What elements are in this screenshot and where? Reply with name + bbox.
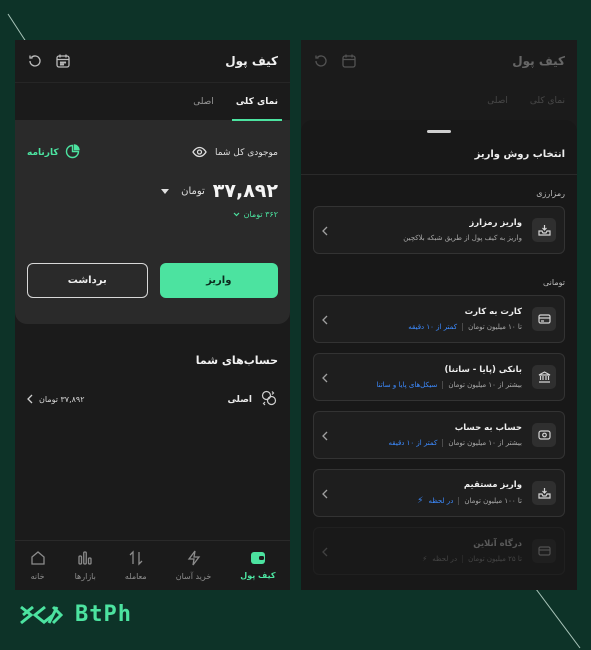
nav-trade[interactable]: معامله [125, 550, 147, 581]
option-title: واریز مستقیم [463, 480, 522, 490]
option-tag: در لحظه [428, 497, 454, 505]
nav-home[interactable]: خانه [30, 550, 46, 581]
calendar-icon [341, 53, 357, 69]
sub-amount: ۳۶۲ تومان [243, 210, 278, 219]
money-icon [532, 423, 556, 447]
sheet-title: انتخاب روش واریز [301, 133, 577, 175]
chart-icon [77, 550, 93, 568]
balance-label: موجودی کل شما [214, 148, 278, 158]
deposit-bottom-sheet: انتخاب روش واریز رمزارزی واریز رمزارز وا… [301, 120, 577, 590]
nav-wallet[interactable]: کیف پول [240, 551, 276, 580]
option-title: بانکی (پایا - ساتنا) [444, 365, 522, 375]
report-link[interactable]: کارنامه [27, 144, 80, 162]
deposit-method-screen: کیف پول نمای کلی اصلی انتخاب روش واریز ر… [301, 40, 577, 590]
option-title: واریز رمزارز [469, 218, 522, 228]
option-card-to-card[interactable]: کارت به کارت تا ۱۰ میلیون تومان کمتر از … [313, 295, 565, 343]
option-limit: تا ۱۰۰ میلیون تومان [464, 497, 522, 505]
chevron-left-icon [322, 310, 328, 329]
balance-card: موجودی کل شما کارنامه ۳۷,۸۹۲ تومان ۳۶۲ ت… [15, 120, 290, 324]
chevron-down-icon [233, 210, 240, 219]
option-limit: بیشتر از ۱۰ میلیون تومان [448, 381, 522, 389]
card-icon [532, 307, 556, 331]
flash-icon: ⚡ [422, 555, 428, 563]
nav-label: خانه [30, 572, 45, 581]
nav-label: کیف پول [240, 571, 276, 580]
accounts-title: حساب‌های شما [195, 354, 278, 367]
nav-label: خرید آسان [175, 572, 212, 581]
page-title: کیف پول [225, 54, 278, 68]
balance-amount: ۳۷,۸۹۲ تومان [27, 180, 278, 202]
chevron-left-icon [322, 426, 328, 445]
page-title: کیف پول [512, 54, 565, 68]
coins-icon [260, 389, 278, 410]
caret-down-icon[interactable] [161, 188, 170, 194]
option-title: درگاه آنلاین [473, 539, 522, 549]
wallet-icon [250, 551, 266, 567]
account-name: اصلی [227, 394, 252, 405]
wallet-screen: کیف پول نمای کلی اصلی موجودی کل شما کارن… [15, 40, 290, 590]
history-icon [313, 53, 329, 69]
option-online-gateway: درگاه آنلاین تا ۲۵ میلیون تومان در لحظه … [313, 527, 565, 575]
balance-sub[interactable]: ۳۶۲ تومان [27, 210, 278, 219]
swap-icon [128, 550, 144, 568]
flash-icon: ⚡ [417, 496, 424, 506]
nav-easy-buy[interactable]: خرید آسان [175, 550, 212, 581]
option-direct-deposit[interactable]: واریز مستقیم تا ۱۰۰ میلیون تومان در لحظه… [313, 469, 565, 517]
report-label: کارنامه [27, 148, 59, 158]
pie-chart-icon [65, 144, 80, 162]
inbox-download-icon [532, 481, 556, 505]
option-tag: سیکل‌های پایا و ساتنا [376, 381, 438, 389]
wallet-tabs: نمای کلی اصلی [15, 82, 290, 121]
amount-unit: تومان [181, 185, 205, 197]
bank-icon [532, 365, 556, 389]
option-desc: واریز به کیف پول از طریق شبکه بلاکچین [403, 234, 522, 242]
home-icon [30, 550, 46, 568]
history-icon[interactable] [27, 53, 43, 69]
eye-icon[interactable] [192, 146, 207, 161]
option-bank-paya-satna[interactable]: بانکی (پایا - ساتنا) بیشتر از ۱۰ میلیون … [313, 353, 565, 401]
option-limit: تا ۲۵ میلیون تومان [468, 555, 522, 563]
option-limit: تا ۱۰ میلیون تومان [468, 323, 522, 331]
nav-markets[interactable]: بازارها [75, 550, 96, 581]
option-tag: کمتر از ۱۰ دقیقه [408, 323, 458, 331]
inbox-download-icon [532, 218, 556, 242]
option-title: کارت به کارت [464, 307, 522, 317]
bottom-nav: کیف پول خرید آسان معامله بازارها خانه [15, 540, 290, 590]
account-row[interactable]: اصلی ۳۷,۸۹۲ تومان [15, 389, 290, 410]
amount-value: ۳۷,۸۹۲ [212, 180, 278, 202]
section-crypto: رمزارزی [536, 189, 565, 198]
option-crypto-deposit[interactable]: واریز رمزارز واریز به کیف پول از طریق شب… [313, 206, 565, 254]
option-tag: در لحظه [432, 555, 458, 563]
chevron-left-icon [27, 394, 33, 406]
chevron-left-icon [322, 484, 328, 503]
section-toman: تومانی [543, 278, 565, 287]
nav-label: معامله [124, 572, 147, 581]
app-header-dimmed: کیف پول [301, 40, 577, 82]
brand-logo: BtPh [19, 602, 132, 627]
deposit-button[interactable]: واریز [159, 263, 278, 298]
option-account-to-account[interactable]: حساب به حساب بیشتر از ۱۰ میلیون تومان کم… [313, 411, 565, 459]
option-title: حساب به حساب [454, 423, 522, 433]
option-limit: بیشتر از ۱۰ میلیون تومان [448, 439, 522, 447]
app-header: کیف پول [15, 40, 290, 82]
tab-main: اصلی [487, 96, 508, 106]
tab-overview: نمای کلی [529, 96, 565, 106]
calendar-icon[interactable] [55, 53, 71, 69]
logo-mark-icon [20, 605, 64, 624]
option-tag: کمتر از ۱۰ دقیقه [388, 439, 438, 447]
logo-text: BtPh [75, 602, 132, 627]
tab-main[interactable]: اصلی [193, 83, 214, 121]
nav-label: بازارها [74, 572, 96, 581]
tab-overview[interactable]: نمای کلی [231, 83, 283, 121]
chevron-left-icon [322, 542, 328, 561]
chevron-left-icon [322, 368, 328, 387]
chevron-left-icon [322, 221, 328, 240]
withdraw-button[interactable]: برداشت [27, 263, 148, 298]
account-value: ۳۷,۸۹۲ تومان [39, 395, 85, 404]
flash-icon [187, 550, 201, 568]
card-icon [532, 539, 556, 563]
